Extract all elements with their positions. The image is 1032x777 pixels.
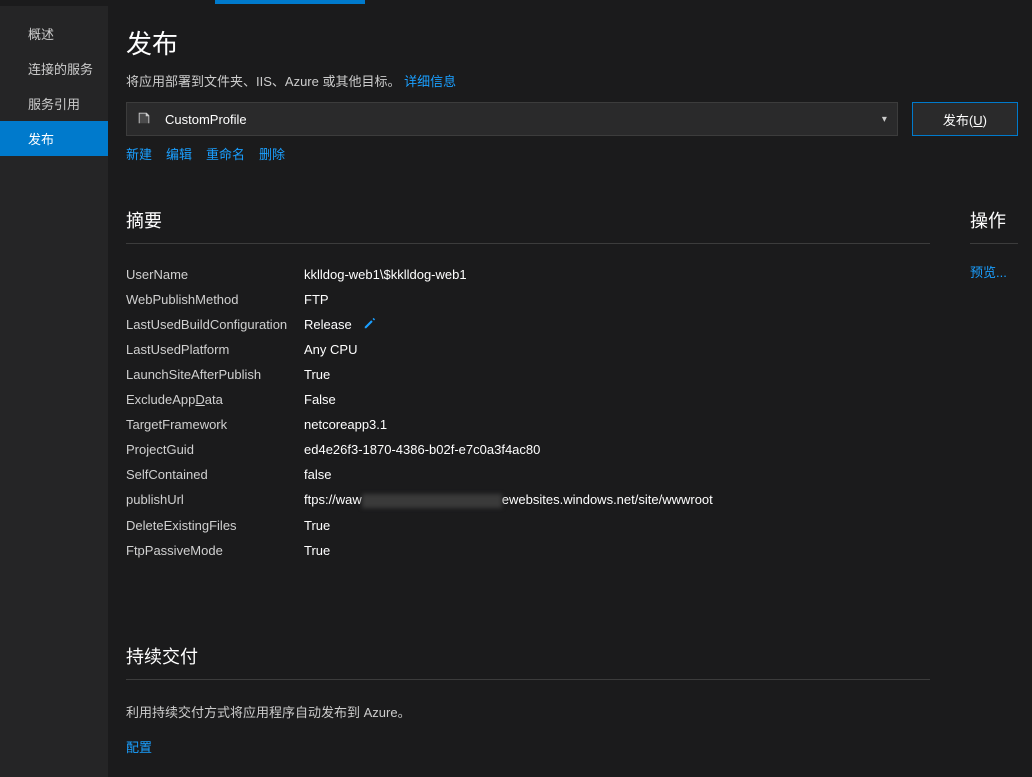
summary-key: LastUsedPlatform (126, 337, 296, 362)
summary-value: True (296, 538, 713, 563)
summary-row: publishUrlftps://wawewebsites.windows.ne… (126, 487, 713, 513)
delete-profile-link[interactable]: 删除 (259, 144, 285, 163)
summary-row: DeleteExistingFilesTrue (126, 513, 713, 538)
details-link[interactable]: 详细信息 (404, 74, 456, 89)
summary-row: LastUsedPlatformAny CPU (126, 337, 713, 362)
summary-key: ProjectGuid (126, 437, 296, 462)
ops-heading: 操作 (970, 207, 1018, 244)
sidebar-item-label: 连接的服务 (28, 62, 93, 77)
sidebar-item-connected-services[interactable]: 连接的服务 (0, 51, 108, 86)
page-title: 发布 (126, 24, 1018, 61)
cd-configure-link[interactable]: 配置 (126, 740, 152, 755)
new-profile-link[interactable]: 新建 (126, 144, 152, 163)
profile-icon (137, 111, 153, 128)
summary-row: FtpPassiveModeTrue (126, 538, 713, 563)
summary-key: SelfContained (126, 462, 296, 487)
summary-value: Release (296, 312, 713, 337)
chevron-down-icon: ▾ (882, 114, 887, 125)
profile-name: CustomProfile (165, 112, 247, 127)
summary-key: TargetFramework (126, 412, 296, 437)
summary-value: false (296, 462, 713, 487)
subtitle: 将应用部署到文件夹、IIS、Azure 或其他目标。 详细信息 (126, 71, 1018, 90)
summary-value: netcoreapp3.1 (296, 412, 713, 437)
summary-value: False (296, 387, 713, 412)
summary-value: kklldog-web1\$kklldog-web1 (296, 262, 713, 287)
sidebar-item-overview[interactable]: 概述 (0, 16, 108, 51)
main-panel: 发布 将应用部署到文件夹、IIS、Azure 或其他目标。 详细信息 Custo… (108, 6, 1032, 777)
subtitle-text: 将应用部署到文件夹、IIS、Azure 或其他目标。 (126, 74, 400, 89)
sidebar: 概述 连接的服务 服务引用 发布 (0, 6, 108, 777)
summary-row: WebPublishMethodFTP (126, 287, 713, 312)
summary-row: ProjectGuided4e26f3-1870-4386-b02f-e7c0a… (126, 437, 713, 462)
cd-heading: 持续交付 (126, 643, 930, 680)
publish-button[interactable]: 发布(U) (912, 102, 1018, 136)
summary-key: FtpPassiveMode (126, 538, 296, 563)
sidebar-item-label: 服务引用 (28, 97, 80, 112)
summary-row: TargetFrameworknetcoreapp3.1 (126, 412, 713, 437)
summary-key: LastUsedBuildConfiguration (126, 312, 296, 337)
summary-key: publishUrl (126, 487, 296, 513)
summary-row: UserNamekklldog-web1\$kklldog-web1 (126, 262, 713, 287)
rename-profile-link[interactable]: 重命名 (206, 144, 245, 163)
summary-row: SelfContainedfalse (126, 462, 713, 487)
summary-value: FTP (296, 287, 713, 312)
profile-select[interactable]: CustomProfile ▾ (126, 102, 898, 136)
summary-value: Any CPU (296, 337, 713, 362)
summary-value: True (296, 513, 713, 538)
summary-key: DeleteExistingFiles (126, 513, 296, 538)
summary-key: LaunchSiteAfterPublish (126, 362, 296, 387)
summary-key: ExcludeAppData (126, 387, 296, 412)
summary-value: ftps://wawewebsites.windows.net/site/www… (296, 487, 713, 513)
summary-value: ed4e26f3-1870-4386-b02f-e7c0a3f4ac80 (296, 437, 713, 462)
sidebar-item-service-references[interactable]: 服务引用 (0, 86, 108, 121)
summary-row: LastUsedBuildConfigurationRelease (126, 312, 713, 337)
summary-row: LaunchSiteAfterPublishTrue (126, 362, 713, 387)
sidebar-item-label: 概述 (28, 27, 54, 42)
summary-heading: 摘要 (126, 207, 930, 244)
sidebar-item-publish[interactable]: 发布 (0, 121, 108, 156)
summary-value: True (296, 362, 713, 387)
edit-value-icon[interactable] (364, 317, 376, 332)
summary-key: WebPublishMethod (126, 287, 296, 312)
sidebar-item-label: 发布 (28, 132, 54, 147)
blurred-host (362, 494, 502, 508)
summary-key: UserName (126, 262, 296, 287)
profile-actions: 新建 编辑 重命名 删除 (126, 144, 1018, 163)
preview-link[interactable]: 预览... (970, 265, 1007, 280)
summary-table: UserNamekklldog-web1\$kklldog-web1 WebPu… (126, 262, 713, 563)
cd-description: 利用持续交付方式将应用程序自动发布到 Azure。 (126, 702, 930, 721)
edit-profile-link[interactable]: 编辑 (166, 144, 192, 163)
summary-row: ExcludeAppDataFalse (126, 387, 713, 412)
